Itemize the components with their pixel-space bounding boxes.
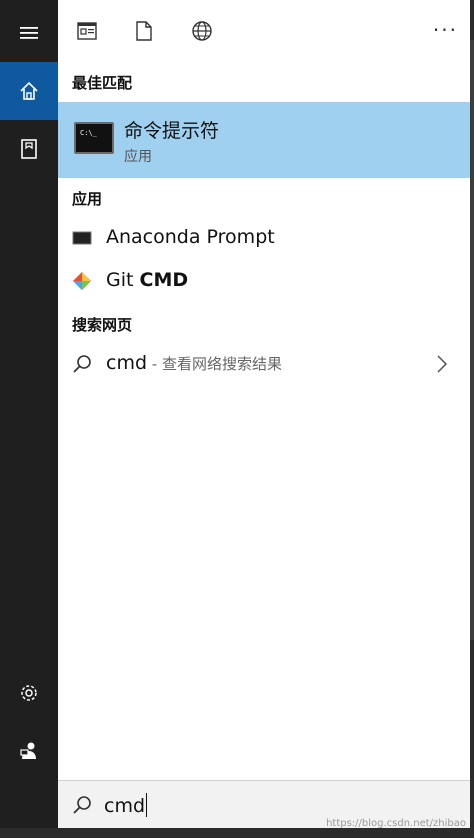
start-left-rail bbox=[0, 0, 58, 838]
document-book-icon bbox=[21, 139, 37, 159]
document-icon bbox=[136, 21, 152, 41]
svg-text:C:\_: C:\_ bbox=[80, 129, 98, 137]
app-window-icon bbox=[77, 22, 97, 40]
search-results-panel: ··· 最佳匹配 C:\_ 命令提示符 应用 应用 Anaconda Promp… bbox=[58, 0, 470, 828]
text-caret bbox=[146, 793, 148, 817]
web-search-result[interactable]: cmd - 查看网络搜索结果 bbox=[58, 344, 470, 386]
app-result-label: Git CMD bbox=[106, 269, 188, 291]
globe-icon bbox=[192, 21, 212, 41]
search-icon bbox=[73, 796, 91, 814]
settings-button[interactable] bbox=[0, 664, 58, 722]
watermark: https://blog.csdn.net/zhibao bbox=[326, 818, 466, 829]
git-icon bbox=[73, 272, 91, 290]
web-search-label: cmd - 查看网络搜索结果 bbox=[106, 352, 282, 374]
documents-filter-button[interactable] bbox=[129, 16, 159, 46]
app-result-label: Anaconda Prompt bbox=[106, 226, 275, 248]
git-label-bold: CMD bbox=[139, 269, 189, 291]
web-filter-button[interactable] bbox=[187, 16, 217, 46]
web-search-suffix: - 查看网络搜索结果 bbox=[147, 355, 282, 373]
settings-gear-icon bbox=[21, 685, 37, 701]
search-icon bbox=[73, 355, 91, 373]
search-input-value: cmd bbox=[104, 795, 146, 817]
best-match-type: 应用 bbox=[124, 149, 152, 165]
home-button[interactable] bbox=[0, 62, 58, 120]
anaconda-prompt-icon bbox=[72, 231, 92, 245]
app-result-git-cmd[interactable]: Git CMD bbox=[58, 261, 470, 303]
user-button[interactable] bbox=[0, 722, 58, 780]
user-icon bbox=[20, 742, 36, 759]
chevron-right-icon[interactable] bbox=[436, 354, 448, 374]
web-search-heading: 搜索网页 bbox=[72, 316, 133, 334]
hamburger-menu-icon bbox=[20, 27, 38, 39]
apps-filter-button[interactable] bbox=[72, 16, 102, 46]
best-match-name: 命令提示符 bbox=[124, 120, 220, 142]
apps-heading: 应用 bbox=[72, 190, 103, 208]
taskbar-edge bbox=[0, 828, 474, 838]
search-input[interactable]: cmd bbox=[104, 793, 148, 817]
web-search-query: cmd bbox=[106, 352, 148, 374]
results-toolbar: ··· bbox=[58, 0, 470, 62]
git-label-prefix: Git bbox=[106, 269, 140, 291]
app-result-anaconda-prompt[interactable]: Anaconda Prompt bbox=[58, 218, 470, 260]
scrollbar-thumb[interactable] bbox=[470, 40, 474, 640]
best-match-result[interactable]: C:\_ 命令提示符 应用 bbox=[58, 102, 470, 178]
more-options-button[interactable]: ··· bbox=[433, 18, 458, 42]
menu-button[interactable] bbox=[0, 4, 58, 62]
home-icon bbox=[20, 81, 38, 100]
command-prompt-icon: C:\_ bbox=[74, 122, 114, 154]
documents-button[interactable] bbox=[0, 120, 58, 178]
best-match-heading: 最佳匹配 bbox=[72, 74, 133, 92]
